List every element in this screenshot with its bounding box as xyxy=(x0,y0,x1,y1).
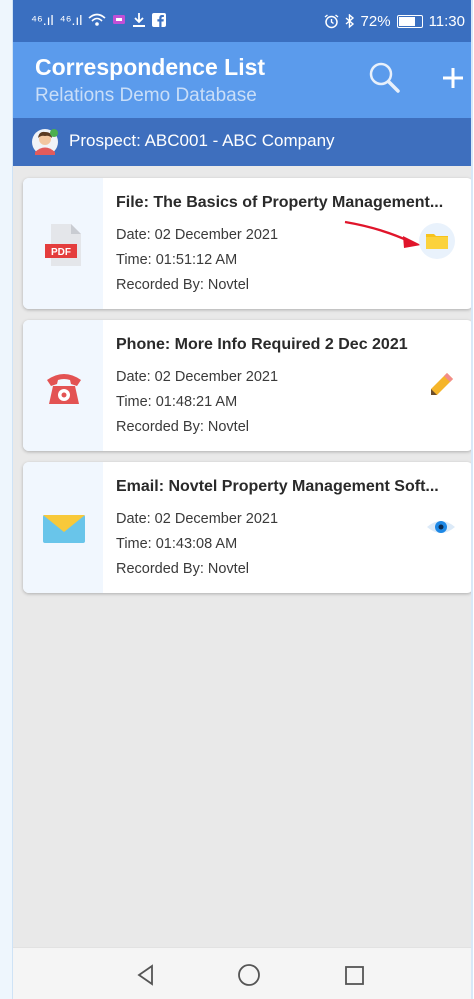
status-bar: ⁴⁶.ıl ⁴⁶.ıl 72% 11:30 xyxy=(13,0,473,42)
signal-icon: ⁴⁶.ıl xyxy=(31,12,54,28)
card-date: Date: 02 December 2021 xyxy=(116,511,279,527)
card-recorded-by: Recorded By: Novtel xyxy=(116,277,249,293)
wifi-icon xyxy=(88,13,106,26)
add-button[interactable] xyxy=(435,58,471,98)
facebook-icon xyxy=(152,13,167,27)
card-time: Time: 01:48:21 AM xyxy=(116,394,238,410)
eye-icon xyxy=(427,521,455,533)
edit-button[interactable] xyxy=(423,367,459,403)
recents-icon[interactable] xyxy=(339,960,369,990)
correspondence-card[interactable]: PDF File: The Basics of Property Managem… xyxy=(23,178,473,309)
signal-icon: ⁴⁶.ıl xyxy=(59,12,83,28)
pdf-icon: PDF xyxy=(45,224,81,266)
phone-icon xyxy=(47,374,81,404)
prospect-bar[interactable]: Prospect: ABC001 - ABC Company xyxy=(13,118,473,166)
card-title: Phone: More Info Required 2 Dec 2021 xyxy=(116,336,408,353)
folder-icon xyxy=(426,234,448,249)
envelope-icon xyxy=(43,515,85,543)
view-button[interactable] xyxy=(423,509,459,545)
correspondence-card[interactable]: Phone: More Info Required 2 Dec 2021 Dat… xyxy=(23,320,473,451)
page-subtitle: Relations Demo Database xyxy=(35,85,257,106)
page-title: Correspondence List xyxy=(35,54,266,80)
card-date: Date: 02 December 2021 xyxy=(116,369,279,385)
prospect-label: Prospect: ABC001 - ABC Company xyxy=(69,131,335,150)
home-icon[interactable] xyxy=(234,960,264,990)
phone-screen: ⁴⁶.ıl ⁴⁶.ıl 72% 11:30 Correspondence Lis… xyxy=(12,0,473,999)
avatar-icon xyxy=(32,129,58,155)
app-bar: Correspondence List Relations Demo Datab… xyxy=(13,42,473,118)
card-date: Date: 02 December 2021 xyxy=(116,227,279,243)
search-icon xyxy=(369,62,400,93)
system-nav-bar xyxy=(13,947,473,999)
pencil-icon xyxy=(431,373,453,395)
correspondence-card[interactable]: Email: Novtel Property Management Soft..… xyxy=(23,462,473,593)
plus-icon xyxy=(443,68,463,88)
message-icon xyxy=(113,15,126,24)
battery-icon xyxy=(396,15,423,28)
download-icon xyxy=(133,13,146,27)
card-time: Time: 01:43:08 AM xyxy=(116,536,238,552)
back-icon[interactable] xyxy=(131,960,161,990)
battery-percent: 72% xyxy=(360,13,391,30)
bluetooth-icon xyxy=(345,14,354,29)
alarm-icon xyxy=(324,14,338,29)
card-recorded-by: Recorded By: Novtel xyxy=(116,419,249,435)
open-file-button[interactable] xyxy=(419,223,455,259)
search-button[interactable] xyxy=(365,58,405,98)
clock: 11:30 xyxy=(428,13,465,30)
card-time: Time: 01:51:12 AM xyxy=(116,252,238,268)
card-title: Email: Novtel Property Management Soft..… xyxy=(116,478,439,495)
svg-text:PDF: PDF xyxy=(51,247,71,258)
card-title: File: The Basics of Property Management.… xyxy=(116,194,444,211)
card-recorded-by: Recorded By: Novtel xyxy=(116,561,249,577)
window-edge xyxy=(0,0,12,999)
